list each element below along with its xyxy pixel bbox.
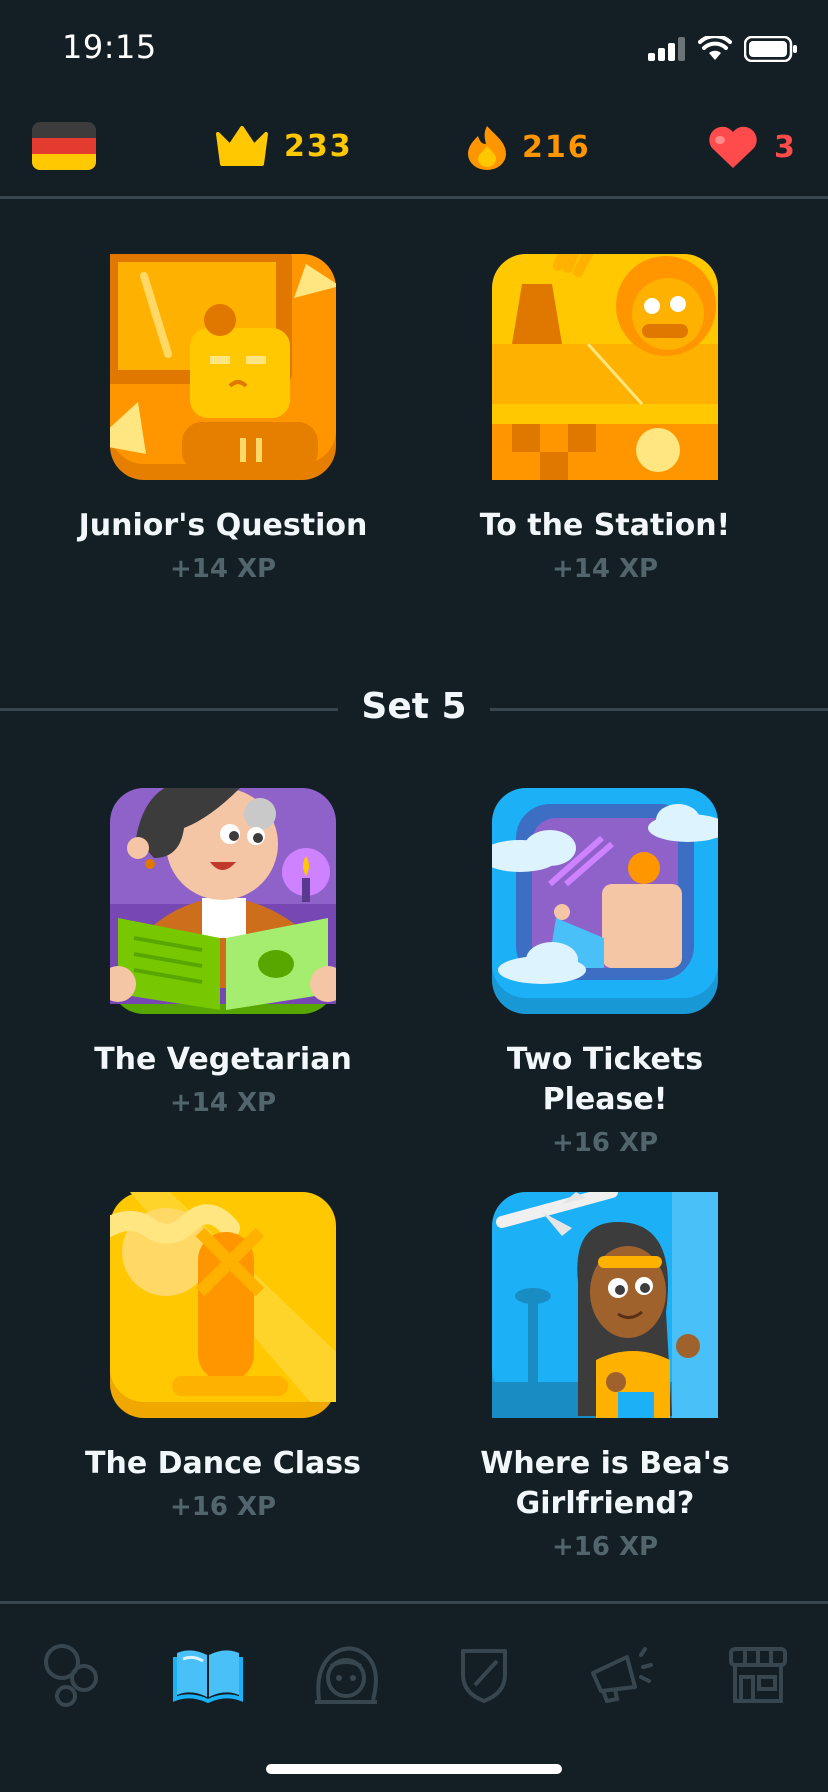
story-xp: +14 XP (169, 554, 277, 584)
streak-count: 216 (522, 129, 591, 165)
shield-icon (461, 1649, 507, 1703)
dance-class-art (90, 1192, 336, 1418)
junior-question-art (92, 248, 340, 480)
flame-icon (468, 126, 506, 170)
stories-tab[interactable] (168, 1640, 248, 1710)
battery-icon (744, 36, 797, 62)
story-card-the-dance-class[interactable]: The Dance Class +16 XP (68, 1192, 378, 1522)
set-label: Set 5 (361, 686, 467, 727)
bea-girlfriend-art (492, 1186, 718, 1418)
home-indicator (266, 1764, 562, 1774)
shop-icon (729, 1647, 787, 1703)
status-time: 19:15 (62, 28, 157, 66)
wifi-icon (698, 36, 732, 60)
top-divider (0, 196, 828, 199)
heart-icon (709, 126, 757, 168)
vegetarian-art (100, 779, 346, 1014)
signal-icon (648, 37, 685, 61)
circles-icon (44, 1644, 98, 1707)
streak-counter[interactable]: 216 (466, 124, 591, 170)
set-divider-right (490, 708, 828, 711)
crown-icon (216, 126, 268, 166)
story-card-the-vegetarian[interactable]: The Vegetarian +14 XP (68, 779, 378, 1118)
story-card-juniors-question[interactable]: Junior's Question +14 XP (68, 248, 378, 584)
leaderboard-tab[interactable] (444, 1640, 524, 1710)
story-title: Where is Bea's Girlfriend? (450, 1444, 760, 1524)
shop-tab[interactable] (718, 1640, 798, 1710)
story-card-two-tickets-please[interactable]: Two Tickets Please! +16 XP (450, 788, 760, 1158)
learn-tab[interactable] (30, 1640, 110, 1710)
to-the-station-art (492, 239, 718, 480)
story-xp: +14 XP (169, 1088, 277, 1118)
profile-tab[interactable] (306, 1640, 386, 1710)
story-card-where-is-beas-girlfriend[interactable]: Where is Bea's Girlfriend? +16 XP (450, 1186, 760, 1562)
story-title-line1: Where is Bea's (480, 1446, 730, 1481)
story-title: The Dance Class (85, 1446, 361, 1481)
story-xp: +16 XP (551, 1128, 659, 1158)
story-xp: +16 XP (169, 1492, 277, 1522)
german-flag-icon[interactable] (32, 122, 96, 170)
hearts-count: 3 (774, 129, 797, 165)
avatar-icon (315, 1646, 378, 1704)
story-title: Two Tickets Please! (506, 1042, 704, 1117)
story-title: The Vegetarian (94, 1042, 352, 1077)
crown-counter[interactable]: 233 (214, 124, 353, 168)
story-title-line2: Girlfriend? (515, 1486, 695, 1521)
story-card-to-the-station[interactable]: To the Station! +14 XP (450, 239, 760, 584)
two-tickets-art (480, 788, 728, 1014)
book-icon (173, 1650, 243, 1703)
story-title: To the Station! (479, 508, 731, 543)
story-xp: +16 XP (551, 1532, 659, 1562)
bottom-nav-divider (0, 1601, 828, 1604)
news-tab[interactable] (582, 1640, 662, 1710)
crown-count: 233 (284, 128, 353, 164)
hearts-counter[interactable]: 3 (706, 124, 797, 170)
set-divider-left (0, 708, 338, 711)
story-xp: +14 XP (551, 554, 659, 584)
megaphone-icon (591, 1647, 653, 1703)
story-title: Junior's Question (78, 508, 368, 543)
status-icons (648, 36, 798, 62)
